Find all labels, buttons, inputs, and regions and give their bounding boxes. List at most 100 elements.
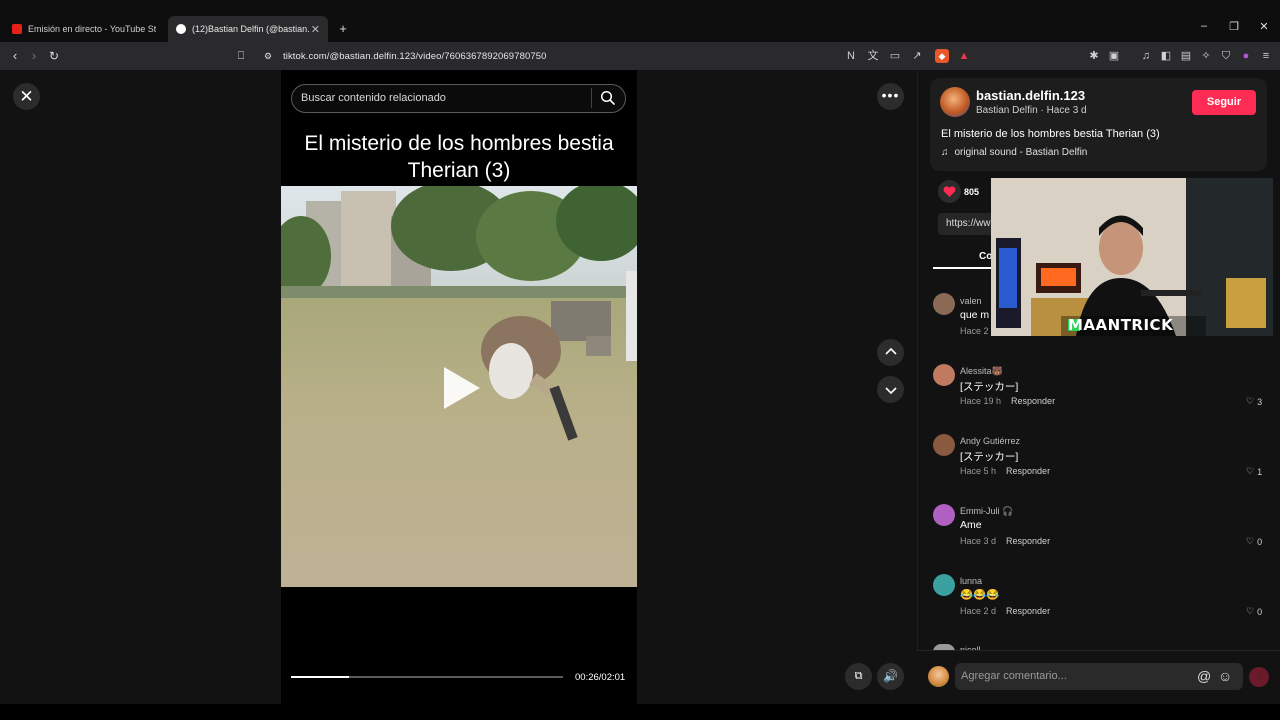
wallet-icon[interactable]: ▤ xyxy=(1179,49,1193,63)
tab-search-icon[interactable]: ▣ xyxy=(1107,49,1121,63)
heart-outline-icon: ♡ xyxy=(1246,466,1255,476)
minimize-icon[interactable]: – xyxy=(1194,20,1214,32)
forward-icon[interactable]: › xyxy=(26,48,42,64)
comment-avatar[interactable] xyxy=(933,293,955,315)
heart-outline-icon: ♡ xyxy=(1246,396,1255,406)
bottom-edge xyxy=(0,704,1280,720)
comment-avatar[interactable] xyxy=(933,434,955,456)
brave-rewards-icon[interactable]: ▲ xyxy=(957,49,971,63)
video-progress-fill xyxy=(291,676,350,678)
comment-meta: Hace 3 d Responder xyxy=(960,536,1050,546)
comment-like[interactable]: ♡ 3 xyxy=(1246,396,1262,407)
search-placeholder: Buscar contenido relacionado xyxy=(301,92,446,104)
tab-tiktok[interactable]: (12)Bastian Delfin (@bastian.delf ✕ xyxy=(168,16,328,42)
comment-text: Ame xyxy=(960,519,982,531)
window-close-icon[interactable]: ✕ xyxy=(1254,20,1274,33)
youtube-studio-icon xyxy=(12,24,22,34)
comment-author[interactable]: Emmi-Juli 🎧 xyxy=(960,506,1013,517)
comment-time: Hace 2 d xyxy=(960,606,997,616)
video-description: El misterio de los hombres bestia Theria… xyxy=(941,128,1160,140)
video-progress-bar[interactable] xyxy=(291,676,563,678)
send-icon[interactable]: ↑ xyxy=(1249,667,1269,687)
comment-time: Hace 2 xyxy=(960,326,989,336)
brave-shield-icon[interactable]: ◆ xyxy=(935,49,949,63)
video-time: 00:26/02:01 xyxy=(575,672,626,683)
tab-title: Emisión en directo - YouTube Studio xyxy=(28,24,156,34)
video-title-overlay: El misterio de los hombres bestia Theria… xyxy=(304,132,614,182)
volume-icon[interactable]: 🔊 xyxy=(877,663,904,690)
comment-like-count: 0 xyxy=(1257,536,1263,547)
comment-like-count: 0 xyxy=(1257,606,1263,617)
bookmark-icon[interactable]: ⎕ xyxy=(233,48,249,64)
copy-link-field[interactable]: https://ww xyxy=(938,213,998,235)
site-info-icon[interactable]: ⚙ xyxy=(260,48,276,64)
follow-button[interactable]: Seguir xyxy=(1192,90,1256,115)
next-video-icon[interactable] xyxy=(877,376,904,403)
comment-time: Hace 19 h xyxy=(960,396,1002,406)
comment-author[interactable]: Andy Gutiérrez xyxy=(960,436,1020,446)
comment-meta: Hace 5 h Responder xyxy=(960,466,1050,476)
comment-like[interactable]: ♡ 0 xyxy=(1246,536,1262,547)
comment-meta: Hace 19 h Responder xyxy=(960,396,1055,406)
comment-like[interactable]: ♡ 1 xyxy=(1246,466,1262,477)
back-icon[interactable]: ‹ xyxy=(7,48,23,64)
comment-author[interactable]: valen xyxy=(960,296,982,306)
tab-youtube-studio[interactable]: Emisión en directo - YouTube Studio xyxy=(4,16,164,42)
comment-time: Hace 3 d xyxy=(960,536,997,546)
menu-icon[interactable]: ≡ xyxy=(1259,49,1273,63)
translate-icon[interactable]: 文 xyxy=(866,49,880,63)
reload-icon[interactable]: ↻ xyxy=(46,48,62,64)
comment-meta: Hace 2 d Responder xyxy=(960,606,1050,616)
tab-title: (12)Bastian Delfin (@bastian.delf xyxy=(192,24,310,34)
author-subtitle: Bastian Delfin · Hace 3 d xyxy=(976,105,1087,116)
cast-icon[interactable]: ▭ xyxy=(888,49,902,63)
heart-outline-icon: ♡ xyxy=(1246,606,1255,616)
vpn-icon[interactable]: ⛉ xyxy=(1219,49,1233,63)
extensions-icon[interactable]: ✱ xyxy=(1087,49,1101,63)
leo-icon[interactable]: ✧ xyxy=(1199,49,1213,63)
heart-outline-icon: ♡ xyxy=(1246,536,1255,546)
tiktok-icon xyxy=(176,24,186,34)
close-video-button[interactable]: ✕ xyxy=(13,83,40,110)
profile-icon[interactable]: ● xyxy=(1239,49,1253,63)
reply-button[interactable]: Responder xyxy=(1006,606,1050,616)
comment-like[interactable]: ♡ 0 xyxy=(1246,606,1262,617)
reply-button[interactable]: Responder xyxy=(1011,396,1055,406)
music-note-icon: ♫ xyxy=(941,147,949,158)
like-count: 805 xyxy=(964,187,980,197)
author-username[interactable]: bastian.delfin.123 xyxy=(976,88,1085,103)
more-options-icon[interactable]: ••• xyxy=(877,83,904,110)
comment-like-count: 3 xyxy=(1257,396,1263,407)
media-icon[interactable]: ♫ xyxy=(1139,49,1153,63)
sound-name: original sound - Bastian Delfin xyxy=(954,147,1088,158)
url-bar[interactable]: tiktok.com/@bastian.delfin.123/video/760… xyxy=(283,51,547,62)
emoji-icon[interactable]: ☺ xyxy=(1218,668,1232,684)
close-tab-icon[interactable]: ✕ xyxy=(311,23,320,36)
reply-button[interactable]: Responder xyxy=(1006,536,1050,546)
comment-meta: Hace 2 xyxy=(960,326,989,336)
comment-author[interactable]: lunna xyxy=(960,576,982,586)
comment-time: Hace 5 h xyxy=(960,466,997,476)
comment-avatar[interactable] xyxy=(933,574,955,596)
like-button[interactable] xyxy=(938,180,961,203)
sidebar-icon[interactable]: ◧ xyxy=(1159,49,1173,63)
maximize-icon[interactable]: ❐ xyxy=(1224,20,1244,33)
previous-video-icon[interactable] xyxy=(877,339,904,366)
author-avatar[interactable] xyxy=(940,87,970,117)
reader-icon[interactable]: N xyxy=(844,49,858,63)
share-icon[interactable]: ↗ xyxy=(910,49,924,63)
sound-row[interactable]: ♫ original sound - Bastian Delfin xyxy=(941,147,1087,158)
search-divider xyxy=(591,88,592,108)
play-icon[interactable] xyxy=(444,367,480,409)
search-icon[interactable] xyxy=(600,90,616,106)
my-avatar[interactable] xyxy=(928,666,949,687)
reply-button[interactable]: Responder xyxy=(1006,466,1050,476)
comment-avatar[interactable] xyxy=(933,364,955,386)
comment-avatar[interactable] xyxy=(933,504,955,526)
pip-icon[interactable]: ⧉ xyxy=(845,663,872,690)
mention-icon[interactable]: @ xyxy=(1197,668,1211,684)
new-tab-icon[interactable]: + xyxy=(333,21,353,36)
comment-author[interactable]: Alessita🐻 xyxy=(960,366,1003,377)
comment-placeholder: Agregar comentario... xyxy=(961,670,1067,682)
comment-text: que m xyxy=(960,309,990,321)
